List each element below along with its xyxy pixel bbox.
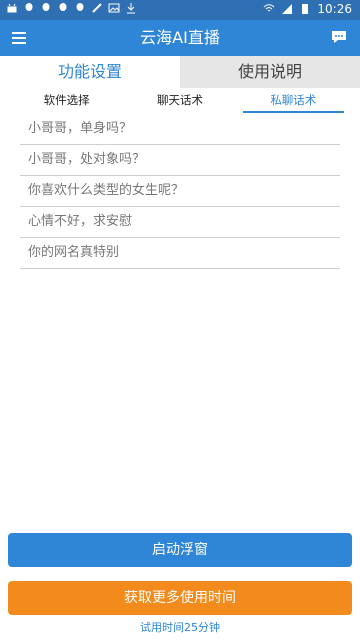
sub-tabs: 软件选择 聊天话术 私聊话术 [0, 92, 360, 113]
android-icon [7, 3, 17, 13]
subtab-chat-scripts[interactable]: 聊天话术 [123, 92, 236, 110]
main-tabs: 功能设置 使用说明 [0, 56, 360, 88]
phrase-list: 小哥哥，单身吗？ 小哥哥，处对象吗？ 你喜欢什么类型的女生呢？ 心情不好，求安慰… [20, 114, 340, 269]
app-title: 云海AI直播 [140, 28, 220, 47]
download-icon [127, 3, 135, 14]
phrase-input[interactable]: 心情不好，求安慰 [20, 207, 340, 238]
phrase-input[interactable]: 你的网名真特别 [20, 238, 340, 269]
tab-instructions[interactable]: 使用说明 [180, 56, 360, 88]
start-float-button[interactable]: 启动浮窗 [8, 533, 352, 567]
wifi-icon [264, 4, 275, 12]
phrase-input[interactable]: 你喜欢什么类型的女生呢？ [20, 176, 340, 207]
signal-icon [282, 4, 293, 14]
get-more-time-button[interactable]: 获取更多使用时间 [8, 581, 352, 615]
subtab-private-scripts[interactable]: 私聊话术 [237, 92, 350, 113]
status-right: 10:26 [263, 2, 352, 16]
qq-icon [42, 3, 50, 11]
subtab-software-select[interactable]: 软件选择 [10, 92, 123, 110]
status-time: 10:26 [317, 2, 352, 16]
status-bar: 10:26 [0, 0, 360, 20]
phrase-input[interactable]: 小哥哥，处对象吗？ [20, 145, 340, 176]
chat-icon[interactable] [330, 28, 348, 46]
trial-time-text: 试用时间25分钟 [140, 621, 220, 634]
qq-icon [76, 3, 84, 11]
app-bar: 云海AI直播 [0, 20, 360, 56]
qq-icon [59, 3, 67, 11]
tab-function-settings[interactable]: 功能设置 [0, 56, 180, 88]
notification-icons [6, 2, 137, 14]
brush-icon [92, 3, 102, 13]
qq-icon [25, 3, 33, 11]
image-icon [108, 3, 120, 13]
battery-icon [302, 4, 309, 14]
phrase-input[interactable]: 小哥哥，单身吗？ [20, 114, 340, 145]
